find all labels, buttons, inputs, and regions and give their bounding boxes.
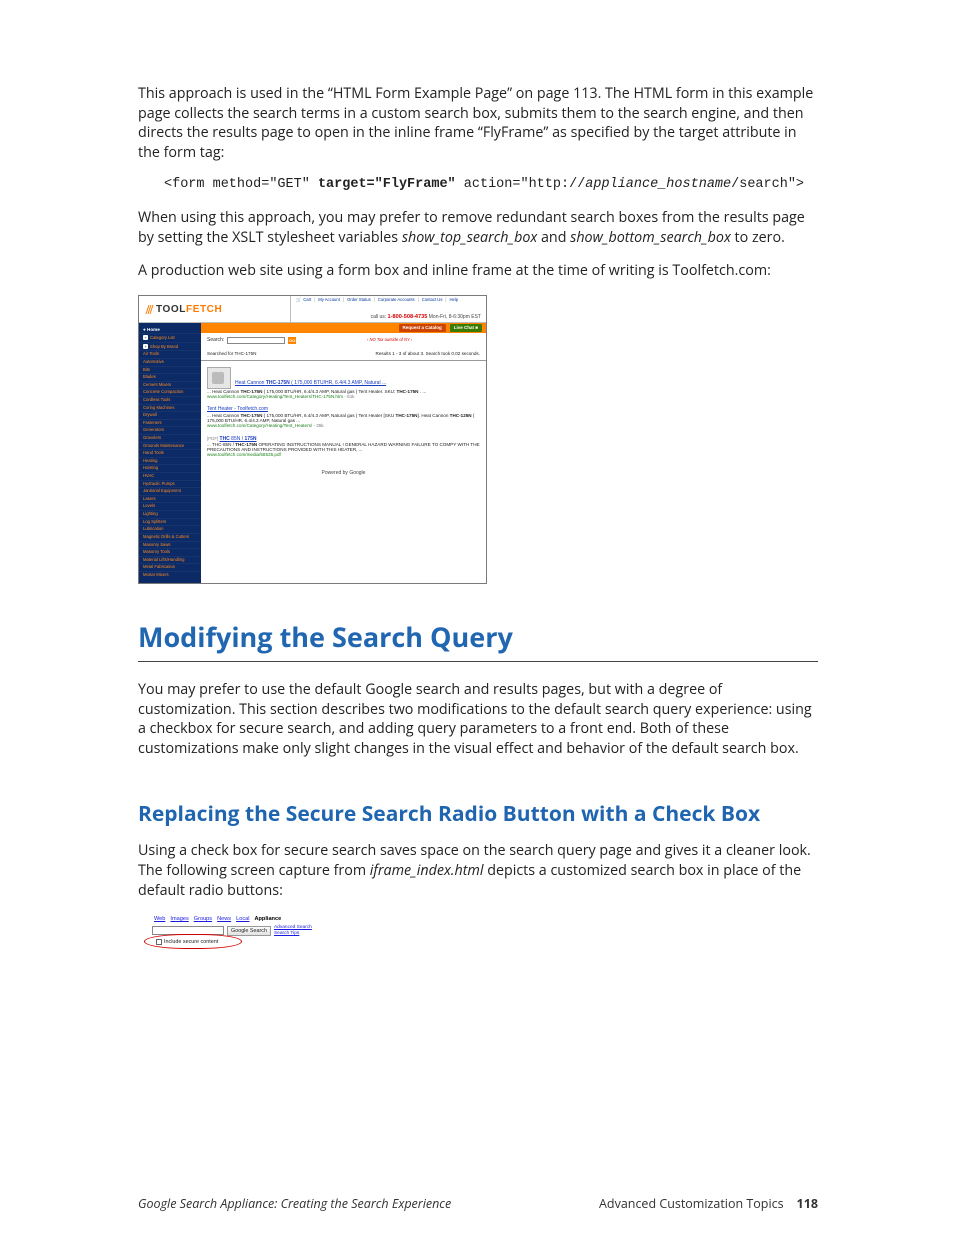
top-link[interactable]: My Account <box>318 298 340 303</box>
google-tab[interactable]: Web <box>154 916 165 922</box>
figure-toolfetch: TOOLFETCH 🛒 Cart |My Account |Order Stat… <box>138 295 487 584</box>
google-search-button[interactable]: Google Search <box>227 926 271 936</box>
search-result: Heat Cannon THC-175N ( 175,000 BTU/HR, 6… <box>207 367 480 399</box>
search-input[interactable] <box>227 337 285 344</box>
live-chat-button[interactable]: Live Chat ■ <box>450 324 482 332</box>
sidebar-item[interactable]: Generators <box>139 426 201 434</box>
sidebar-item[interactable]: Category List <box>139 333 201 342</box>
sidebar-item[interactable]: Lubrication <box>139 525 201 533</box>
sidebar-item[interactable]: Concrete Compaction <box>139 388 201 396</box>
paragraph-5: Using a check box for secure search save… <box>138 841 818 900</box>
code-block: <form method="GET" target="FlyFrame" act… <box>164 177 818 192</box>
sidebar-item[interactable]: Gravelers <box>139 434 201 442</box>
sidebar-item[interactable]: Coring Machines <box>139 404 201 412</box>
sidebar-item[interactable]: Drywall <box>139 411 201 419</box>
google-tab[interactable]: Local <box>236 916 249 922</box>
sidebar-item[interactable]: Shop By Brand <box>139 342 201 351</box>
sidebar-item[interactable]: Cordless Tools <box>139 396 201 404</box>
heading-modifying: Modifying the Search Query <box>138 618 818 662</box>
sidebar-nav: ● Home Category ListShop By BrandAir Too… <box>139 323 201 583</box>
sidebar-item[interactable]: HVAC <box>139 472 201 480</box>
sidebar-item[interactable]: Magnetic Drills & Cutters <box>139 533 201 541</box>
results-meta: Results 1 - 3 of about 3. Search took 0.… <box>376 351 480 356</box>
paragraph-2: When using this approach, you may prefer… <box>138 208 818 247</box>
page-number: 118 <box>797 1195 818 1212</box>
footer-title: Google Search Appliance: Creating the Se… <box>138 1195 451 1212</box>
sidebar-item[interactable]: Hand Tools <box>139 449 201 457</box>
searched-for: Searched for THC-175N <box>207 351 256 356</box>
cart-icon[interactable]: 🛒 Cart <box>296 298 311 303</box>
google-tab[interactable]: Appliance <box>254 916 281 922</box>
annotation-oval <box>144 934 242 949</box>
sidebar-item[interactable]: Janitorial Equipment <box>139 487 201 495</box>
top-links: 🛒 Cart |My Account |Order Status |Corpor… <box>296 298 481 303</box>
paragraph-3: A production web site using a form box a… <box>138 261 818 281</box>
sidebar-item[interactable]: Heating <box>139 457 201 465</box>
sidebar-item[interactable]: Blades <box>139 373 201 381</box>
sidebar-item[interactable]: Air Tools <box>139 350 201 358</box>
sidebar-item[interactable]: Masonry Saws <box>139 541 201 549</box>
toolfetch-logo: TOOLFETCH <box>139 296 291 322</box>
paragraph-4: You may prefer to use the default Google… <box>138 680 818 759</box>
sidebar-item[interactable]: Fasteners <box>139 419 201 427</box>
search-result: Tent Heater - Toolfetch.com ... Heat Can… <box>207 407 480 428</box>
no-tax-label: ‹ NO Tax outside of NY › <box>299 338 480 343</box>
request-catalog-button[interactable]: Request a Catalog <box>399 324 446 332</box>
go-button[interactable]: GO <box>288 337 296 344</box>
sidebar-item[interactable]: Bits <box>139 366 201 374</box>
sidebar-item[interactable]: Grounds Maintenance <box>139 442 201 450</box>
search-result: [PDF] THC 85N / 175N ... THC-85N / THC-1… <box>207 436 480 458</box>
sidebar-item[interactable]: Automotive <box>139 358 201 366</box>
sidebar-item[interactable]: Lighting <box>139 510 201 518</box>
intro-paragraph: This approach is used in the “HTML Form … <box>138 84 818 163</box>
sidebar-item[interactable]: Material Lifts/Handling <box>139 556 201 564</box>
top-link[interactable]: Contact Us <box>422 298 443 303</box>
sidebar-item[interactable]: Cement Mixers <box>139 381 201 389</box>
result-title[interactable]: THC 85N / 175N <box>220 436 257 442</box>
sidebar-item[interactable]: Levels <box>139 502 201 510</box>
top-link[interactable]: Order Status <box>347 298 371 303</box>
search-label: Search: <box>207 338 224 344</box>
google-tab[interactable]: Images <box>170 916 188 922</box>
top-link[interactable]: Help <box>450 298 459 303</box>
sidebar-item[interactable]: Hoisting <box>139 464 201 472</box>
figure-google-search: Web Images Groups News Local Appliance Google… <box>138 914 363 954</box>
search-tips-link[interactable]: Search Tips <box>274 931 312 936</box>
sidebar-item[interactable]: Log Splitters <box>139 518 201 526</box>
sidebar-item[interactable]: Hydraulic Pumps <box>139 480 201 488</box>
phone-line: call us: 1-800-508-4735 Mon-Fri, 8-6:30p… <box>296 314 481 321</box>
powered-by: Powered by Google <box>207 465 480 483</box>
top-link[interactable]: Corporate Accounts <box>378 298 415 303</box>
sidebar-item[interactable]: Mortar Mixers <box>139 571 201 579</box>
product-thumb <box>207 367 231 389</box>
heading-replacing: Replacing the Secure Search Radio Button… <box>138 801 818 827</box>
footer-section: Advanced Customization Topics <box>599 1195 784 1212</box>
google-tab[interactable]: Groups <box>194 916 212 922</box>
sidebar-item[interactable]: Lasers <box>139 495 201 503</box>
pdf-badge: [PDF] <box>207 436 218 441</box>
sidebar-item[interactable]: Metal Fabrication <box>139 563 201 571</box>
nav-home[interactable]: ● Home <box>139 326 201 333</box>
google-tab[interactable]: News <box>217 916 231 922</box>
page-footer: Google Search Appliance: Creating the Se… <box>138 1195 818 1212</box>
result-title[interactable]: Heat Cannon THC-175N ( 175,000 BTU/HR, 6… <box>235 381 386 387</box>
sidebar-item[interactable]: Masonry Tools <box>139 548 201 556</box>
